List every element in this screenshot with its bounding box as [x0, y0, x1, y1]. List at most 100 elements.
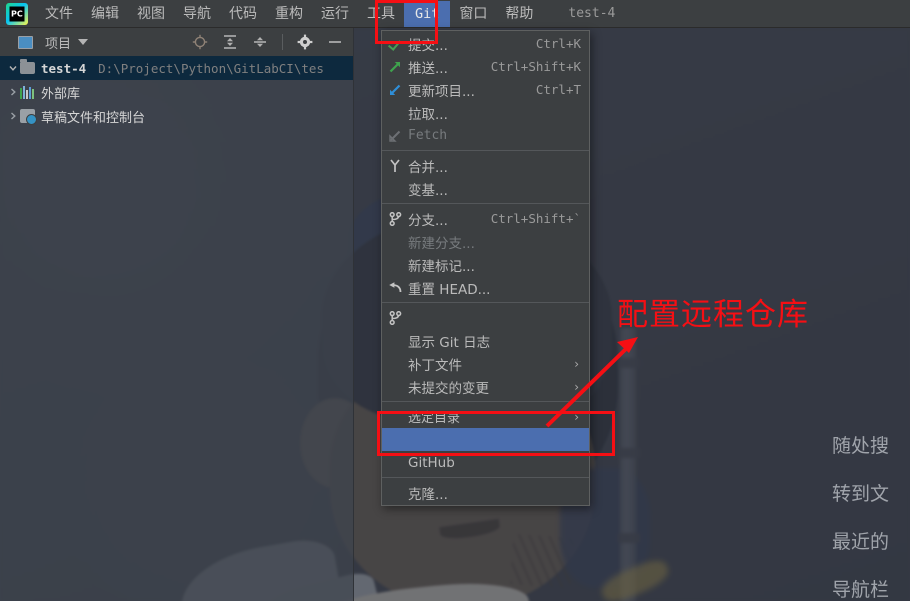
menu-run[interactable]: 运行 — [312, 2, 358, 26]
editor-shortcut-hints: 随处搜 转到文 最近的 导航栏 — [832, 420, 910, 601]
menu-item-label: 分支... — [408, 212, 448, 229]
menu-item-label: 更新项目... — [408, 83, 475, 100]
window-project-title: test-4 — [568, 6, 616, 21]
menu-item-uncommitted-changes[interactable]: 补丁文件 › — [382, 352, 589, 375]
menu-item-label: 变基... — [408, 182, 448, 199]
push-arrow-icon — [382, 60, 408, 74]
hint-row: 导航栏 — [832, 564, 910, 601]
hint-row: 最近的 — [832, 516, 910, 564]
menu-item-fetch[interactable]: Fetch — [382, 124, 589, 147]
menu-separator — [382, 477, 589, 478]
tree-item-label: test-4 — [41, 60, 87, 76]
chevron-down-icon[interactable] — [78, 39, 89, 45]
menu-item-merge[interactable]: 合并... — [382, 154, 589, 177]
menu-item-patch[interactable]: 显示 Git 日志 — [382, 329, 589, 352]
menu-item-commit[interactable]: 提交... Ctrl+K — [382, 32, 589, 55]
menu-item-label: 未提交的变更 — [408, 380, 489, 397]
menu-refactor[interactable]: 重构 — [266, 2, 312, 26]
menu-item-shortcut: Ctrl+T — [535, 82, 581, 97]
git-dropdown-menu[interactable]: 提交... Ctrl+K 推送... Ctrl+Shift+K 更新项目... — [381, 30, 590, 506]
menu-item-new-branch[interactable]: 新建分支... — [382, 230, 589, 253]
menu-item-new-tag[interactable]: 新建标记... — [382, 253, 589, 276]
menu-separator — [382, 401, 589, 402]
menu-item-label: 补丁文件 — [408, 357, 462, 374]
project-toolwindow-title: 项目 — [45, 36, 72, 52]
tree-row-external-libraries[interactable]: 外部库 — [0, 80, 353, 104]
menu-item-label: 新建标记... — [408, 258, 475, 275]
project-window-icon — [18, 35, 33, 49]
scratch-console-icon — [20, 109, 37, 125]
menu-item-clone[interactable]: GitHub — [382, 451, 589, 474]
toolbar-separator — [282, 34, 283, 50]
menu-item-shortcut: Ctrl+Shift+K — [490, 59, 581, 74]
menu-item-label: Fetch — [408, 128, 448, 143]
tree-row-scratches-consoles[interactable]: 草稿文件和控制台 — [0, 104, 353, 128]
menu-window[interactable]: 窗口 — [450, 2, 496, 26]
hide-icon[interactable] — [327, 34, 343, 50]
menu-item-shortcut: Ctrl+Shift+` — [490, 211, 581, 226]
menu-separator — [382, 203, 589, 204]
editor-splitter[interactable] — [353, 28, 354, 601]
menu-item-label: 推送... — [408, 60, 448, 77]
pycharm-window: 随处搜 转到文 最近的 导航栏 PC 文件 编辑 视图 导航 代码 重构 运行 … — [0, 0, 910, 601]
menu-item-label: 选定目录 — [408, 411, 461, 426]
callout-text: 配置远程仓库 — [617, 297, 809, 333]
settings-gear-icon[interactable] — [297, 34, 313, 50]
hint-text: 最近的 — [832, 530, 890, 553]
branch-icon — [382, 310, 408, 325]
merge-icon — [382, 158, 408, 173]
menu-item-manage-remotes[interactable] — [382, 428, 589, 451]
project-toolwindow-header: 项目 — [0, 28, 353, 56]
hint-text: 转到文 — [832, 482, 890, 505]
project-tree[interactable]: test-4 D:\Project\Python\GitLabCI\tes 外部… — [0, 56, 353, 573]
chevron-collapsed-icon[interactable] — [6, 87, 20, 97]
menu-item-vcs-operations[interactable]: 克隆... — [382, 481, 589, 504]
menu-item-pull[interactable]: 拉取... — [382, 101, 589, 124]
tree-item-path: D:\Project\Python\GitLabCI\tes — [98, 60, 324, 76]
submenu-chevron-icon: › — [574, 379, 579, 394]
menu-item-reset-head[interactable]: 重置 HEAD... — [382, 276, 589, 299]
menu-git[interactable]: Git — [404, 0, 451, 27]
menu-file[interactable]: 文件 — [36, 2, 82, 26]
tree-item-label: 草稿文件和控制台 — [41, 110, 146, 126]
locate-icon[interactable] — [192, 34, 208, 50]
chevron-expanded-icon[interactable] — [6, 63, 20, 73]
tree-item-label: 外部库 — [41, 86, 81, 102]
menu-item-github[interactable]: 选定目录 › — [382, 405, 589, 428]
tree-row-test-4[interactable]: test-4 D:\Project\Python\GitLabCI\tes — [0, 56, 353, 80]
fetch-icon — [382, 129, 408, 143]
chevron-collapsed-icon[interactable] — [6, 111, 20, 121]
menu-item-rebase[interactable]: 变基... — [382, 177, 589, 200]
menu-item-label: 克隆... — [408, 486, 448, 503]
library-icon — [20, 85, 35, 99]
hint-text: 随处搜 — [832, 434, 890, 457]
branch-icon — [382, 211, 408, 226]
main-menu-bar: PC 文件 编辑 视图 导航 代码 重构 运行 工具 Git 窗口 帮助 tes… — [0, 0, 910, 28]
pycharm-logo-icon: PC — [6, 2, 28, 25]
menu-code[interactable]: 代码 — [220, 2, 266, 26]
menu-edit[interactable]: 编辑 — [82, 2, 128, 26]
menu-view[interactable]: 视图 — [128, 2, 174, 26]
menu-item-push[interactable]: 推送... Ctrl+Shift+K — [382, 55, 589, 78]
submenu-chevron-icon: › — [574, 409, 579, 424]
menu-item-branches[interactable]: 分支... Ctrl+Shift+` — [382, 207, 589, 230]
menu-navigate[interactable]: 导航 — [174, 2, 220, 26]
menu-item-current-file[interactable]: 未提交的变更 › — [382, 375, 589, 398]
menu-item-shortcut: Ctrl+K — [535, 36, 581, 51]
expand-all-icon[interactable] — [222, 34, 238, 50]
menu-separator — [382, 302, 589, 303]
collapse-all-icon[interactable] — [252, 34, 268, 50]
menu-separator — [382, 150, 589, 151]
reset-icon — [382, 281, 408, 295]
commit-check-icon — [382, 37, 408, 50]
hint-text: 导航栏 — [832, 578, 890, 601]
menu-item-update-project[interactable]: 更新项目... Ctrl+T — [382, 78, 589, 101]
menu-help[interactable]: 帮助 — [496, 2, 542, 26]
svg-text:PC: PC — [11, 9, 23, 18]
submenu-chevron-icon: › — [574, 356, 579, 371]
menu-item-show-git-log[interactable] — [382, 306, 589, 329]
hint-row: 随处搜 — [832, 420, 910, 468]
menu-tools[interactable]: 工具 — [358, 2, 404, 26]
menu-item-label: 新建分支... — [408, 235, 475, 252]
hint-row: 转到文 — [832, 468, 910, 516]
